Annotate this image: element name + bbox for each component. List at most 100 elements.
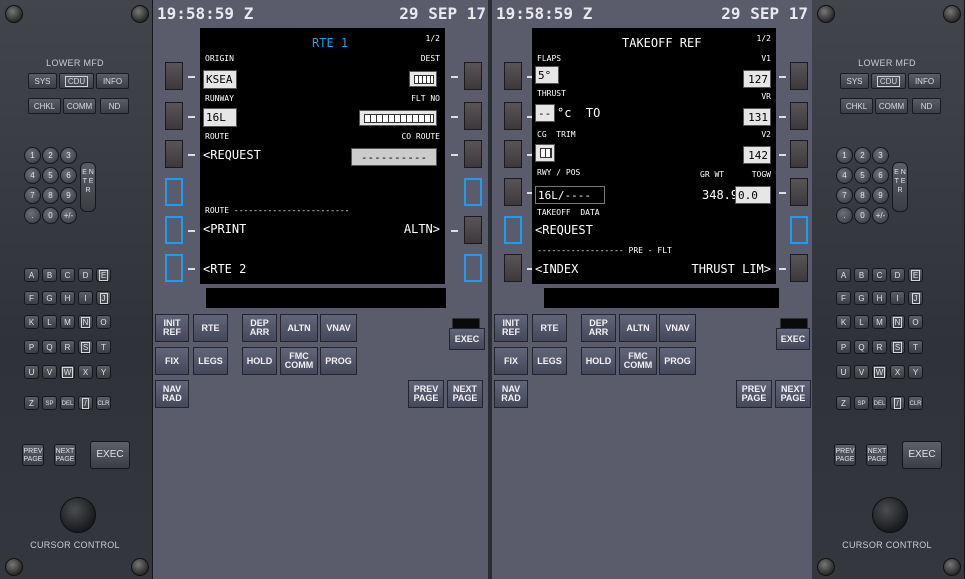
letter-key[interactable]: E — [96, 268, 111, 282]
letter-key[interactable]: A — [836, 268, 851, 282]
lsk-2r[interactable] — [790, 102, 808, 130]
letter-key[interactable]: T — [96, 340, 111, 354]
exec-button[interactable]: EXEC — [902, 441, 942, 469]
lsk-6l[interactable] — [165, 254, 183, 282]
letter-key[interactable]: D — [78, 268, 93, 282]
lsk-6r[interactable] — [464, 254, 482, 282]
dep-arr-key[interactable]: DEP ARR — [581, 314, 616, 342]
next-page-key[interactable]: NEXT PAGE — [775, 380, 811, 408]
letter-key[interactable]: M — [872, 315, 887, 329]
letter-key[interactable]: Q — [854, 340, 869, 354]
letter-key[interactable]: DEL — [60, 396, 75, 410]
num-key[interactable]: 0 — [854, 207, 871, 224]
num-key[interactable]: 2 — [854, 147, 871, 164]
lsk-1r[interactable] — [790, 62, 808, 90]
lsk-1l[interactable] — [165, 62, 183, 90]
nd-button[interactable]: ND — [100, 98, 129, 114]
flt-no-field[interactable] — [359, 110, 437, 126]
cg-field[interactable] — [535, 144, 555, 162]
letter-key[interactable]: SP — [854, 396, 869, 410]
letter-key[interactable]: L — [854, 315, 869, 329]
letter-key[interactable]: R — [60, 340, 75, 354]
next-page-button[interactable]: NEXT PAGE — [866, 444, 888, 466]
letter-key[interactable]: R — [872, 340, 887, 354]
vnav-key[interactable]: VNAV — [320, 314, 357, 342]
letter-key[interactable]: T — [908, 340, 923, 354]
hold-key[interactable]: HOLD — [242, 347, 277, 375]
comm-button[interactable]: COMM — [63, 98, 96, 114]
index-option[interactable]: <INDEX — [535, 262, 578, 276]
letter-key[interactable]: / — [890, 396, 905, 410]
num-key[interactable]: +/- — [872, 207, 889, 224]
dest-field[interactable] — [409, 71, 437, 87]
request-option[interactable]: <REQUEST — [203, 148, 261, 162]
num-key[interactable]: 9 — [872, 187, 889, 204]
letter-key[interactable]: I — [78, 291, 93, 305]
letter-key[interactable]: V — [854, 365, 869, 379]
num-key[interactable]: 6 — [60, 167, 77, 184]
letter-key[interactable]: O — [908, 315, 923, 329]
num-key[interactable]: 0 — [42, 207, 59, 224]
letter-key[interactable]: X — [78, 365, 93, 379]
letter-key[interactable]: X — [890, 365, 905, 379]
v2-field[interactable]: 142 — [743, 146, 771, 164]
nav-rad-key[interactable]: NAV RAD — [494, 380, 528, 408]
letter-key[interactable]: I — [890, 291, 905, 305]
rte2-option[interactable]: <RTE 2 — [203, 262, 246, 276]
letter-key[interactable]: B — [854, 268, 869, 282]
letter-key[interactable]: CLR — [908, 396, 923, 410]
prog-key[interactable]: PROG — [659, 347, 696, 375]
letter-key[interactable]: E — [908, 268, 923, 282]
init-ref-key[interactable]: INIT REF — [494, 314, 528, 342]
num-key[interactable]: 8 — [854, 187, 871, 204]
lsk-3l[interactable] — [504, 140, 522, 168]
legs-key[interactable]: LEGS — [193, 347, 228, 375]
letter-key[interactable]: N — [78, 315, 93, 329]
cdu-button[interactable]: CDU — [59, 73, 94, 89]
chkl-button[interactable]: CHKL — [840, 98, 873, 114]
letter-key[interactable]: K — [836, 315, 851, 329]
letter-key[interactable]: F — [836, 291, 851, 305]
lsk-2l[interactable] — [504, 102, 522, 130]
prev-page-key[interactable]: PREV PAGE — [736, 380, 772, 408]
vnav-key[interactable]: VNAV — [659, 314, 696, 342]
num-key[interactable]: 1 — [24, 147, 41, 164]
letter-key[interactable]: Q — [42, 340, 57, 354]
prev-page-button[interactable]: PREV PAGE — [834, 444, 856, 466]
lsk-4r[interactable] — [464, 178, 482, 206]
lsk-2r[interactable] — [464, 102, 482, 130]
cursor-control-knob[interactable] — [872, 497, 908, 533]
letter-key[interactable]: SP — [42, 396, 57, 410]
thrust-temp-field[interactable]: -- — [535, 104, 555, 122]
letter-key[interactable]: J — [96, 291, 111, 305]
lsk-3r[interactable] — [464, 140, 482, 168]
num-key[interactable]: 9 — [60, 187, 77, 204]
co-route-field[interactable]: ---------- — [351, 148, 437, 166]
cdu-button[interactable]: CDU — [871, 73, 906, 89]
next-page-button[interactable]: NEXT PAGE — [54, 444, 76, 466]
letter-key[interactable]: Y — [96, 365, 111, 379]
letter-key[interactable]: Y — [908, 365, 923, 379]
exec-button[interactable]: EXEC — [90, 441, 130, 469]
letter-key[interactable]: / — [78, 396, 93, 410]
fmc-comm-key[interactable]: FMC COMM — [280, 347, 318, 375]
altn-key[interactable]: ALTN — [280, 314, 318, 342]
sys-button[interactable]: SYS — [28, 73, 57, 89]
comm-button[interactable]: COMM — [875, 98, 908, 114]
nd-button[interactable]: ND — [912, 98, 941, 114]
lsk-6r[interactable] — [790, 254, 808, 282]
num-key[interactable]: 4 — [836, 167, 853, 184]
hold-key[interactable]: HOLD — [581, 347, 616, 375]
exec-key[interactable]: EXEC — [449, 328, 485, 350]
altn-key[interactable]: ALTN — [619, 314, 657, 342]
num-key[interactable]: 5 — [42, 167, 59, 184]
num-key[interactable]: 5 — [854, 167, 871, 184]
letter-key[interactable]: W — [872, 365, 887, 379]
letter-key[interactable]: U — [24, 365, 39, 379]
letter-key[interactable]: W — [60, 365, 75, 379]
letter-key[interactable]: K — [24, 315, 39, 329]
legs-key[interactable]: LEGS — [532, 347, 567, 375]
flaps-field[interactable]: 5° — [535, 66, 559, 84]
letter-key[interactable]: U — [836, 365, 851, 379]
altn-option[interactable]: ALTN> — [404, 222, 440, 236]
